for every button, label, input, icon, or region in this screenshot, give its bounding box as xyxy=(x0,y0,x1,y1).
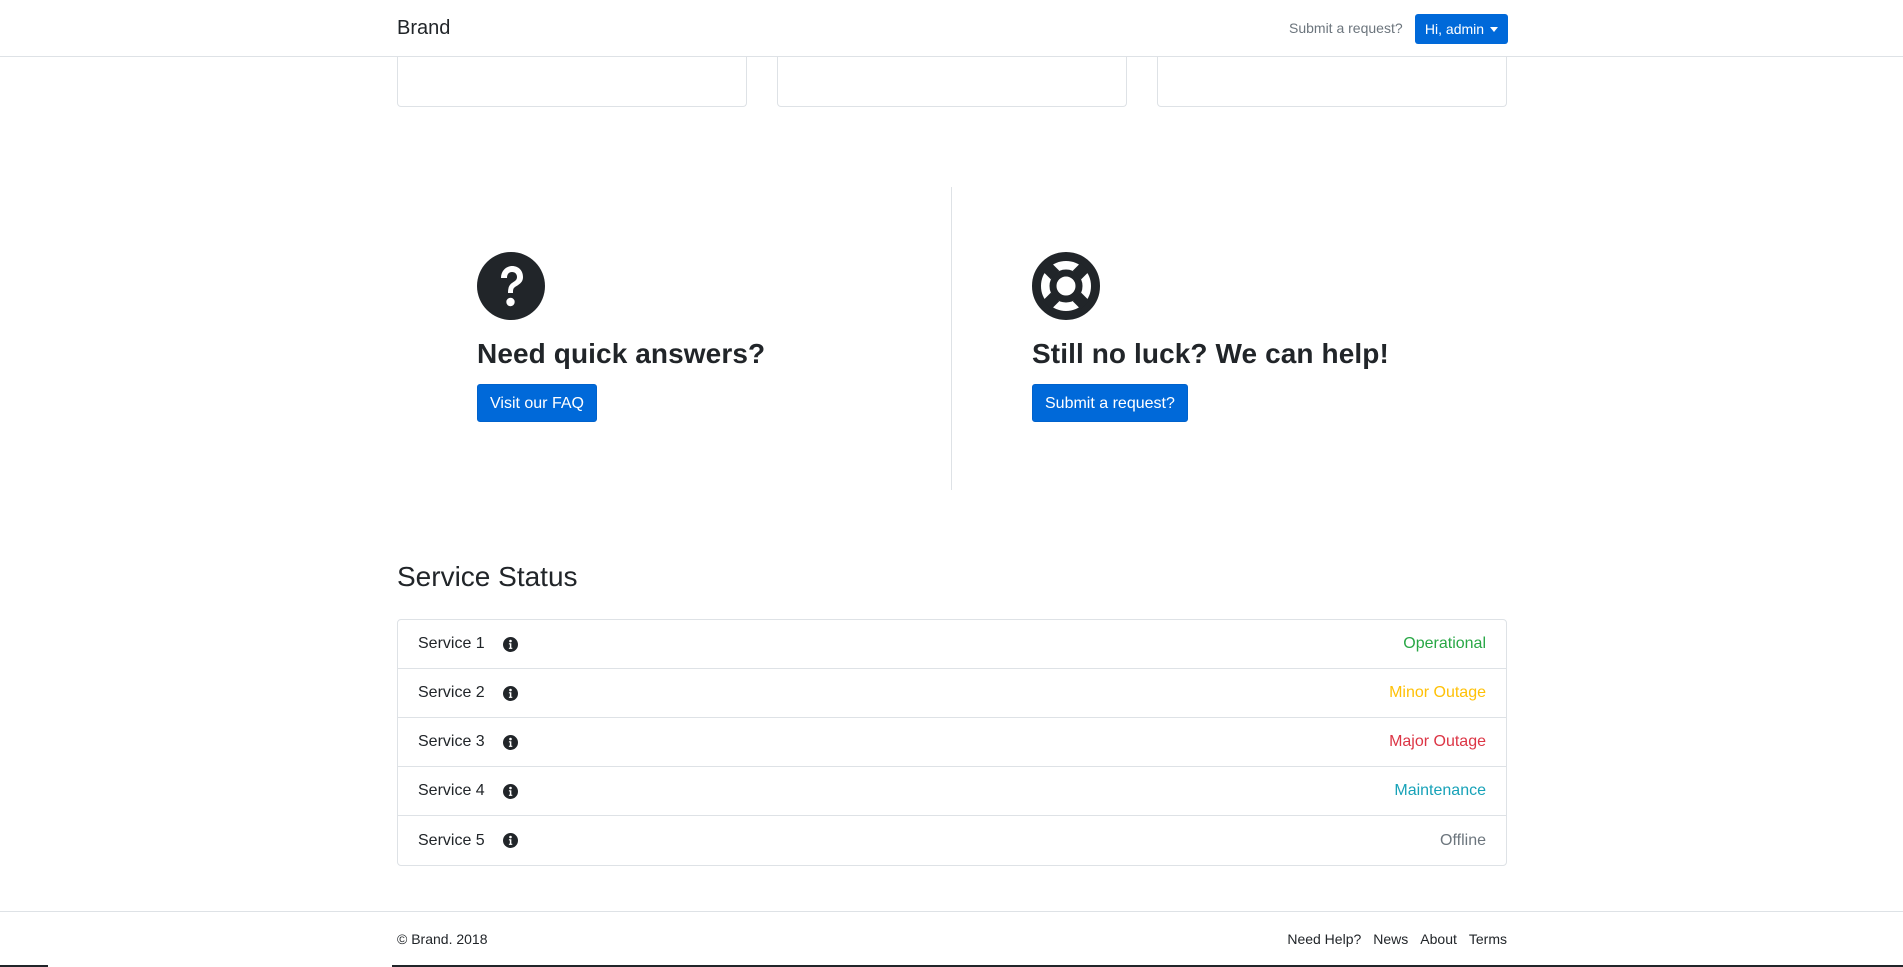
service-status-label: Minor Outage xyxy=(1389,684,1486,701)
info-circle-icon[interactable] xyxy=(502,783,518,799)
service-row: Service 2 Minor Outage xyxy=(398,669,1506,718)
support-heading: Still no luck? We can help! xyxy=(1032,338,1389,369)
footer-link-terms[interactable]: Terms xyxy=(1469,931,1507,947)
service-name: Service 1 xyxy=(418,635,485,652)
footer-link-about[interactable]: About xyxy=(1420,931,1457,947)
service-name: Service 2 xyxy=(418,684,485,701)
section-divider xyxy=(951,187,952,490)
service-row: Service 1 Operational xyxy=(398,620,1506,669)
info-circle-icon[interactable] xyxy=(502,833,518,848)
service-name-group: Service 3 xyxy=(418,733,518,751)
footer-link-news[interactable]: News xyxy=(1373,931,1408,947)
submit-request-link[interactable]: Submit a request? xyxy=(1289,20,1403,36)
service-row: Service 5 Offline xyxy=(398,816,1506,865)
service-status-heading: Service Status xyxy=(397,561,578,592)
service-status-label: Operational xyxy=(1403,635,1486,652)
service-name-group: Service 4 xyxy=(418,782,518,800)
service-status-list: Service 1 Operational Service 2 Minor Outag… xyxy=(397,619,1507,866)
service-name: Service 4 xyxy=(418,782,485,799)
navbar: Brand Submit a request? Hi, admin xyxy=(0,0,1903,57)
service-row: Service 4 Maintenance xyxy=(398,767,1506,816)
submit-request-button[interactable]: Submit a request? xyxy=(1032,384,1188,422)
service-status-label: Offline xyxy=(1440,831,1486,849)
caret-down-icon xyxy=(1490,26,1499,32)
question-circle-icon xyxy=(477,252,545,320)
footer: © Brand. 2018 Need Help? News About Term… xyxy=(0,911,1903,967)
brand-logo[interactable]: Brand xyxy=(397,17,450,40)
service-name-group: Service 2 xyxy=(418,684,518,702)
category-card-2[interactable] xyxy=(777,50,1127,107)
info-circle-icon[interactable] xyxy=(502,636,518,652)
service-row: Service 3 Major Outage xyxy=(398,718,1506,767)
service-name-group: Service 1 xyxy=(418,635,518,653)
info-circle-icon[interactable] xyxy=(502,734,518,750)
service-status-label: Maintenance xyxy=(1394,782,1486,799)
service-name-group: Service 5 xyxy=(418,832,518,850)
category-card-3[interactable] xyxy=(1157,50,1507,107)
life-ring-icon xyxy=(1032,252,1100,320)
service-name: Service 3 xyxy=(418,733,485,750)
support-panel: Still no luck? We can help! Submit a req… xyxy=(1032,252,1389,422)
visit-faq-button[interactable]: Visit our FAQ xyxy=(477,384,597,422)
service-status-label: Major Outage xyxy=(1389,733,1486,750)
user-menu-label: Hi, admin xyxy=(1424,21,1485,37)
footer-link-need-help[interactable]: Need Help? xyxy=(1287,931,1361,947)
faq-heading: Need quick answers? xyxy=(477,338,766,369)
faq-panel: Need quick answers? Visit our FAQ xyxy=(477,252,765,422)
copyright-text: © Brand. 2018 xyxy=(397,931,488,947)
info-circle-icon[interactable] xyxy=(502,685,518,701)
user-menu-button[interactable]: Hi, admin xyxy=(1415,14,1508,44)
service-name: Service 5 xyxy=(418,831,485,849)
footer-links: Need Help? News About Terms xyxy=(1287,931,1507,947)
category-card-1[interactable] xyxy=(397,50,747,107)
